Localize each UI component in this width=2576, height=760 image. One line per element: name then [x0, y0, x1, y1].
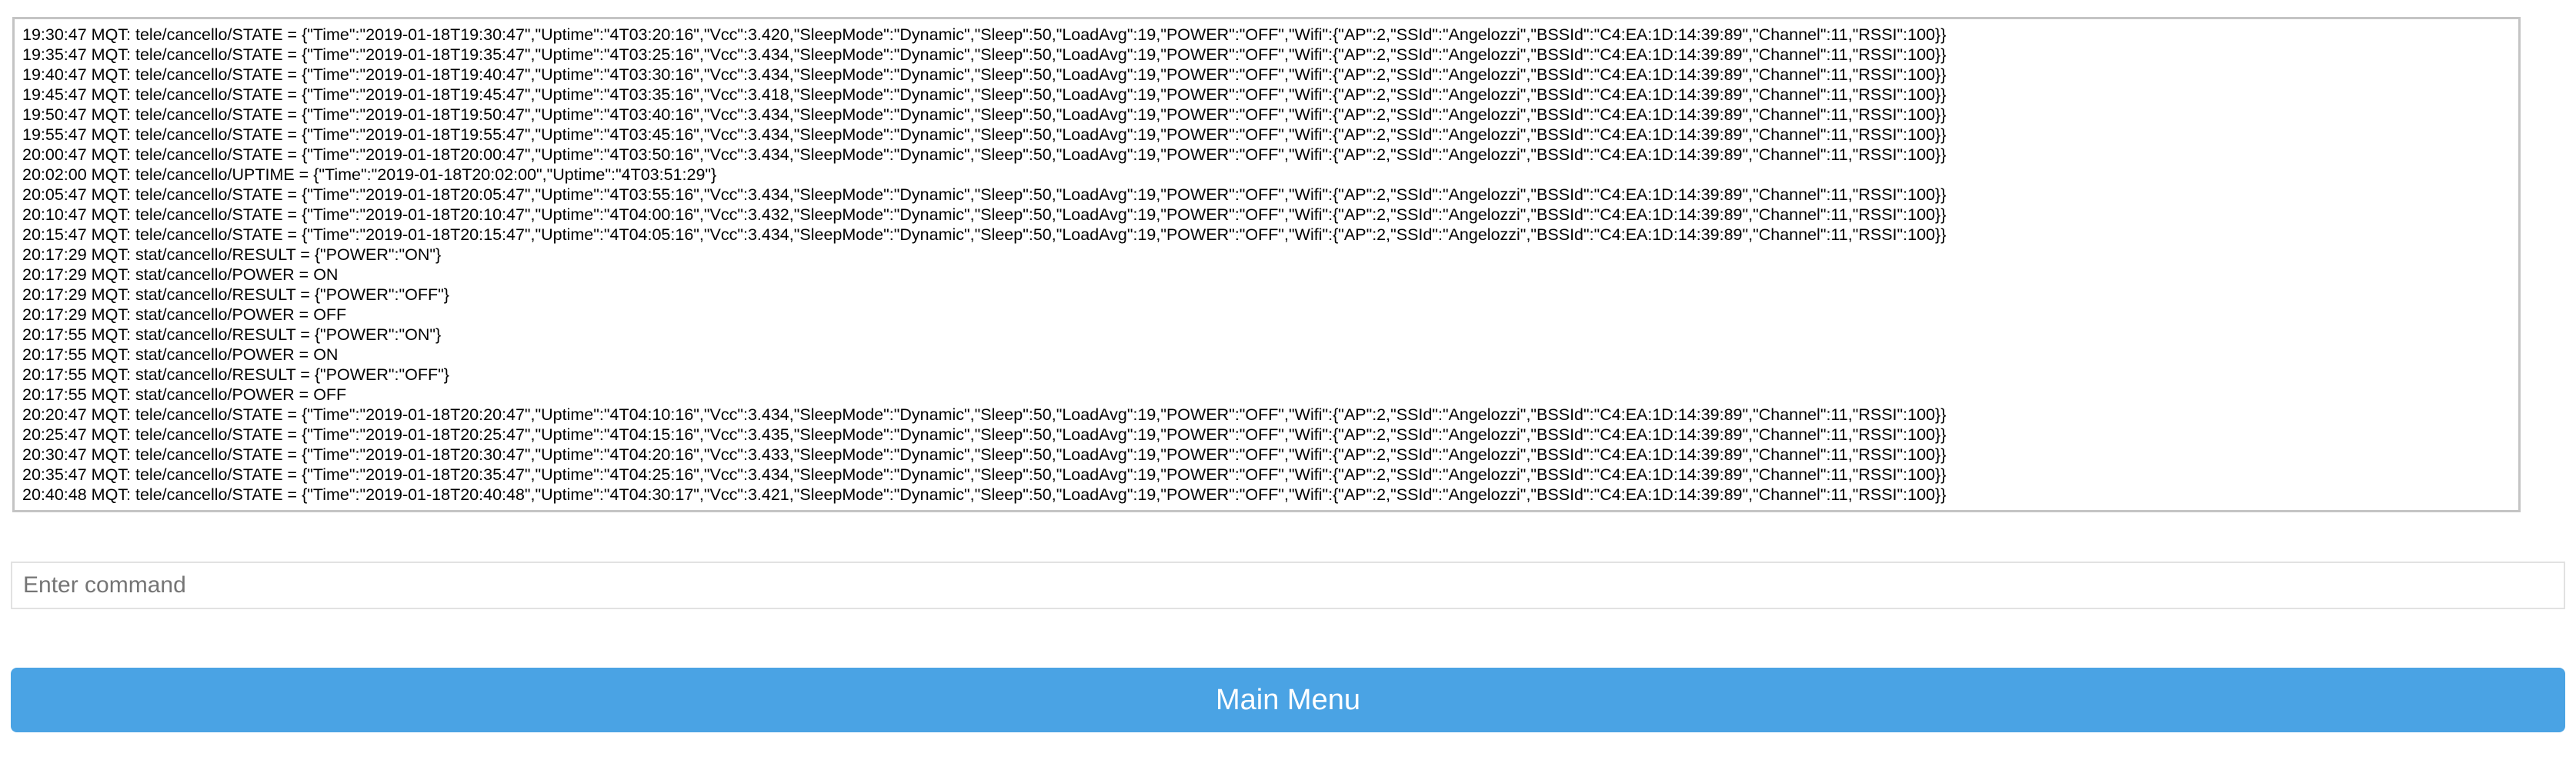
log-line: 19:50:47 MQT: tele/cancello/STATE = {"Ti…: [22, 105, 1947, 124]
log-line: 20:10:47 MQT: tele/cancello/STATE = {"Ti…: [22, 205, 1947, 224]
log-line: 20:17:29 MQT: stat/cancello/POWER = OFF: [22, 305, 347, 324]
log-line: 20:17:55 MQT: stat/cancello/POWER = OFF: [22, 385, 347, 404]
log-line: 20:05:47 MQT: tele/cancello/STATE = {"Ti…: [22, 185, 1947, 204]
log-line: 20:17:55 MQT: stat/cancello/RESULT = {"P…: [22, 325, 442, 344]
main-menu-button[interactable]: Main Menu: [11, 668, 2565, 732]
log-line: 19:35:47 MQT: tele/cancello/STATE = {"Ti…: [22, 45, 1947, 64]
log-line: 19:45:47 MQT: tele/cancello/STATE = {"Ti…: [22, 85, 1947, 104]
log-line: 20:25:47 MQT: tele/cancello/STATE = {"Ti…: [22, 425, 1947, 444]
log-line: 20:35:47 MQT: tele/cancello/STATE = {"Ti…: [22, 465, 1947, 484]
log-line: 20:20:47 MQT: tele/cancello/STATE = {"Ti…: [22, 405, 1947, 424]
log-line: 20:17:29 MQT: stat/cancello/RESULT = {"P…: [22, 245, 442, 264]
log-line: 20:17:55 MQT: stat/cancello/RESULT = {"P…: [22, 365, 449, 384]
log-line: 20:17:29 MQT: stat/cancello/POWER = ON: [22, 265, 339, 284]
log-line: 20:00:47 MQT: tele/cancello/STATE = {"Ti…: [22, 145, 1947, 164]
console-log[interactable]: 19:30:47 MQT: tele/cancello/STATE = {"Ti…: [12, 17, 2521, 512]
log-line: 19:55:47 MQT: tele/cancello/STATE = {"Ti…: [22, 125, 1947, 144]
log-line: 20:17:55 MQT: stat/cancello/POWER = ON: [22, 345, 339, 364]
log-line: 20:17:29 MQT: stat/cancello/RESULT = {"P…: [22, 285, 449, 304]
log-line: 20:40:48 MQT: tele/cancello/STATE = {"Ti…: [22, 485, 1947, 504]
log-line: 20:02:00 MQT: tele/cancello/UPTIME = {"T…: [22, 165, 717, 184]
command-input[interactable]: [11, 562, 2565, 609]
log-line: 20:15:47 MQT: tele/cancello/STATE = {"Ti…: [22, 225, 1947, 244]
log-line: 19:40:47 MQT: tele/cancello/STATE = {"Ti…: [22, 65, 1947, 84]
log-line: 19:30:47 MQT: tele/cancello/STATE = {"Ti…: [22, 25, 1947, 44]
log-line: 20:30:47 MQT: tele/cancello/STATE = {"Ti…: [22, 445, 1947, 464]
